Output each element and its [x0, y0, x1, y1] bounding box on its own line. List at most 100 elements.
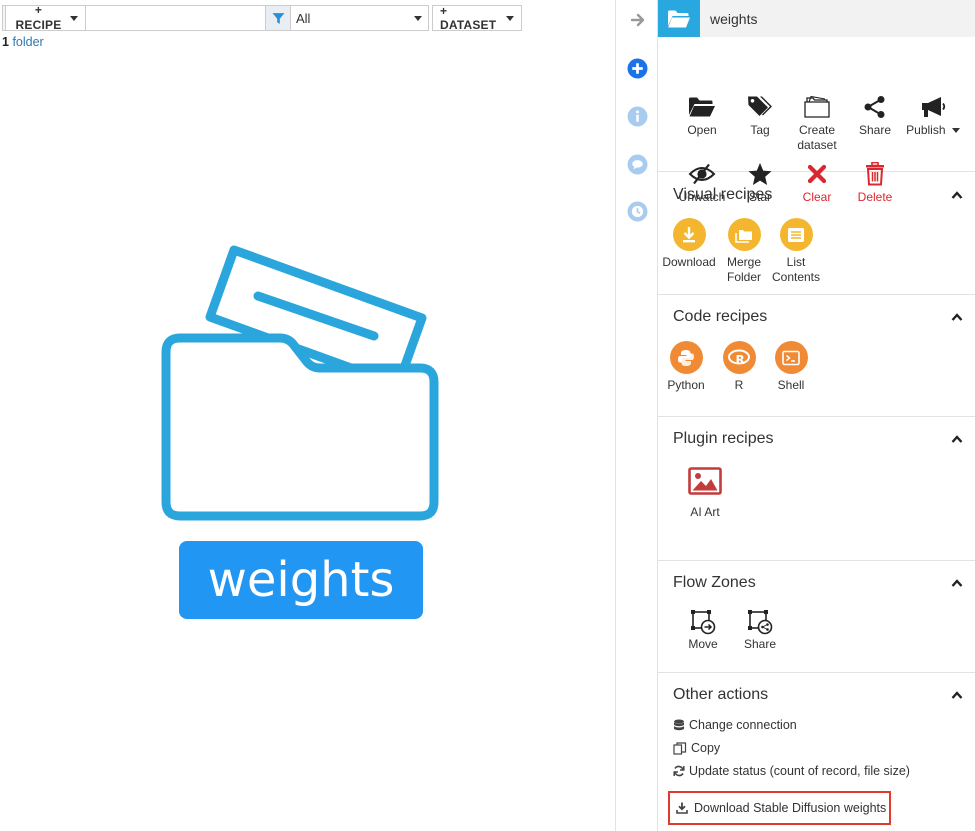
add-recipe-label: + RECIPE — [15, 3, 62, 32]
plugin-recipes-title: Plugin recipes — [673, 430, 774, 447]
tag-icon — [730, 94, 790, 120]
change-connection-label: Change connection — [689, 718, 797, 732]
share-label: Share — [858, 123, 892, 137]
flow-toolbar: All + RECIPE + DATASET — [2, 3, 522, 32]
move-zone-button[interactable]: Move — [673, 609, 733, 652]
item-count-number: 1 — [2, 35, 9, 49]
tag-button[interactable]: Tag — [730, 94, 790, 138]
chevron-down-icon — [70, 15, 78, 21]
r-language-icon: R — [722, 341, 756, 374]
panel-header: weights — [658, 0, 975, 37]
list-contents-label-2: Contents — [771, 270, 821, 284]
share-zone-button[interactable]: Share — [730, 609, 790, 652]
arrow-right-icon[interactable] — [627, 9, 648, 30]
megaphone-icon — [902, 94, 964, 120]
chevron-down-icon — [414, 15, 422, 21]
copy-icon — [673, 741, 687, 755]
create-dataset-label-2: dataset — [797, 138, 837, 152]
chevron-up-icon[interactable] — [951, 434, 963, 444]
filter-select-value: All — [296, 10, 311, 26]
add-dataset-label: + DATASET — [440, 4, 497, 32]
info-icon[interactable] — [627, 106, 648, 127]
chevron-up-icon[interactable] — [951, 190, 963, 200]
item-count: 1 folder — [2, 35, 44, 49]
merge-folder-label-2: Folder — [726, 270, 761, 284]
database-icon — [674, 719, 684, 730]
publish-label: Publish — [906, 123, 946, 137]
open-label: Open — [687, 123, 717, 137]
flow-canvas: All + RECIPE + DATASET 1 folder weights — [0, 0, 615, 831]
zone-move-icon — [673, 609, 733, 635]
item-count-kind-link[interactable]: folder — [12, 35, 43, 49]
publish-button[interactable]: Publish — [902, 94, 964, 138]
plugin-recipes-section: Plugin recipes AI Art — [658, 417, 975, 561]
action-grid: Open Tag Create dataset Share Publish Un… — [658, 37, 975, 204]
plus-circle-icon[interactable] — [627, 58, 648, 79]
merge-folder-icon — [727, 218, 761, 251]
shell-recipe-label: Shell — [777, 378, 805, 392]
chevron-up-icon[interactable] — [951, 690, 963, 700]
share-button[interactable]: Share — [845, 94, 905, 138]
side-rail — [615, 0, 658, 831]
r-recipe-label: R — [734, 378, 744, 392]
other-actions-title: Other actions — [673, 686, 769, 703]
open-folder-icon — [658, 0, 700, 37]
panel-title: weights — [710, 10, 758, 27]
chevron-up-icon[interactable] — [951, 578, 963, 588]
ai-art-label: AI Art — [690, 505, 720, 519]
download-icon — [676, 802, 688, 814]
create-dataset-button[interactable]: Create dataset — [787, 94, 847, 153]
list-contents-recipe[interactable]: List Contents — [766, 218, 826, 285]
copy-label: Copy — [691, 741, 721, 755]
ai-art-recipe[interactable]: AI Art — [675, 467, 735, 520]
python-icon — [669, 341, 703, 374]
tag-label: Tag — [750, 123, 770, 137]
list-icon — [779, 218, 813, 251]
python-recipe-label: Python — [667, 378, 705, 392]
download-recipe[interactable]: Download — [659, 218, 719, 270]
code-recipes-section: Code recipes Python R R Shell — [658, 295, 975, 417]
filter-button[interactable] — [266, 5, 291, 31]
chevron-up-icon[interactable] — [951, 312, 963, 322]
move-zone-label: Move — [688, 637, 718, 651]
code-recipes-title: Code recipes — [673, 308, 768, 325]
change-connection-item[interactable]: Change connection — [673, 718, 797, 732]
download-recipe-label: Download — [662, 255, 716, 269]
merge-folder-label-1: Merge — [726, 255, 761, 269]
python-recipe[interactable]: Python — [656, 341, 716, 393]
refresh-icon — [673, 765, 685, 777]
flow-zones-title: Flow Zones — [673, 574, 756, 591]
visual-recipes-section: Visual recipes Download Merge Folder Lis… — [658, 172, 975, 295]
image-icon — [675, 467, 735, 499]
list-contents-label-1: List — [786, 255, 806, 269]
merge-folder-recipe[interactable]: Merge Folder — [714, 218, 774, 285]
zone-share-icon — [730, 609, 790, 635]
share-zone-label: Share — [743, 637, 777, 651]
open-button[interactable]: Open — [672, 94, 732, 138]
history-icon[interactable] — [627, 201, 648, 222]
dataset-folder-icon — [787, 94, 847, 120]
chevron-down-icon — [506, 15, 514, 21]
folder-open-icon — [672, 94, 732, 120]
add-recipe-button[interactable]: + RECIPE — [5, 3, 86, 32]
filter-icon — [272, 12, 284, 24]
filter-select[interactable]: All — [291, 5, 429, 31]
right-panel: weights Open Tag Create dataset Share Pu… — [658, 0, 975, 831]
add-dataset-button[interactable]: + DATASET — [432, 4, 522, 32]
chat-icon[interactable] — [627, 154, 648, 175]
flow-zones-section: Flow Zones Move Share — [658, 561, 975, 673]
download-sd-weights-label: Download Stable Diffusion weights — [694, 801, 887, 815]
update-status-label: Update status (count of record, file siz… — [689, 764, 910, 778]
copy-item[interactable]: Copy — [673, 741, 720, 755]
item-name-label[interactable]: weights — [179, 541, 423, 619]
update-status-item[interactable]: Update status (count of record, file siz… — [673, 764, 910, 778]
svg-text:R: R — [736, 353, 745, 367]
visual-recipes-title: Visual recipes — [673, 186, 773, 203]
download-sd-weights-button[interactable]: Download Stable Diffusion weights — [668, 791, 891, 825]
r-recipe[interactable]: R R — [709, 341, 769, 393]
chevron-down-icon — [951, 128, 960, 134]
folder-icon[interactable] — [150, 240, 450, 530]
terminal-icon — [774, 341, 808, 374]
create-dataset-label-1: Create — [798, 123, 836, 137]
shell-recipe[interactable]: Shell — [761, 341, 821, 393]
